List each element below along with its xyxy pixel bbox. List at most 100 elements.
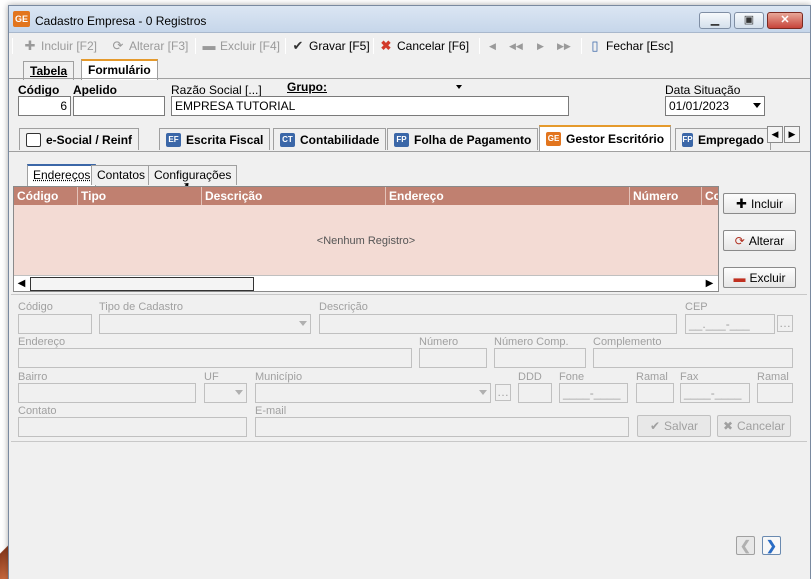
fechar-label: Fechar [Esc] (606, 39, 674, 53)
minus-icon: ▬ (733, 270, 746, 285)
excluir-label: Excluir [F4] (220, 39, 281, 53)
toolbar-separator (285, 38, 286, 54)
tabs-scroll-right-button[interactable]: ▶ (784, 126, 800, 143)
fax-field[interactable]: ____-____ (680, 383, 750, 403)
bairro-field[interactable] (18, 383, 196, 403)
razao-social-label: Razão Social [...] (171, 83, 262, 97)
tab-contabilidade-label: Contabilidade (300, 132, 380, 147)
uf-select[interactable] (204, 383, 247, 403)
tab-enderecos-label: Endereços (33, 168, 91, 182)
contato-field[interactable] (18, 417, 247, 437)
tab-enderecos[interactable]: Endereços (27, 164, 97, 186)
codigo-form-field[interactable] (18, 314, 92, 334)
ramal2-label: Ramal (757, 371, 789, 383)
bairro-label: Bairro (18, 371, 48, 383)
refresh-icon: ⟳ (734, 233, 745, 248)
tab-contatos[interactable]: Contatos (91, 165, 152, 185)
toolbar-separator (479, 38, 480, 54)
next-page-button[interactable]: ❯ (762, 536, 781, 555)
scrollbar-thumb[interactable] (30, 277, 254, 291)
previous-record-button[interactable]: ◀◀ (509, 37, 523, 55)
apelido-label: Apelido (73, 83, 117, 97)
descricao-form-field[interactable] (319, 314, 677, 334)
municipio-search-button[interactable]: … (495, 384, 511, 401)
ramal2-field[interactable] (757, 383, 793, 403)
numero-comp-field[interactable] (494, 348, 586, 368)
fone-field[interactable]: ____-____ (559, 383, 628, 403)
scroll-right-arrow-icon[interactable]: ▶ (702, 277, 717, 291)
grid-horizontal-scrollbar[interactable]: ◀ ▶ (14, 275, 718, 291)
tabs-scroll-left-button[interactable]: ◀ (767, 126, 783, 143)
alterar-toolbar-button[interactable]: ⟳ Alterar [F3] (111, 37, 189, 55)
next-icon: ▶ (537, 40, 544, 51)
plus-icon: ✚ (736, 195, 747, 211)
cancelar-form-button[interactable]: ✖ Cancelar (717, 415, 791, 437)
form-divider (11, 294, 807, 295)
gravar-toolbar-button[interactable]: ✔ Gravar [F5] (291, 37, 370, 55)
toolbar-separator (12, 38, 13, 54)
x-icon: ✖ (722, 419, 734, 433)
col-tipo[interactable]: Tipo (78, 187, 202, 205)
col-endereco[interactable]: Endereço (386, 187, 630, 205)
numero-form-field[interactable] (419, 348, 487, 368)
codigo-label: Código (18, 83, 60, 97)
tab-escrita-fiscal-label: Escrita Fiscal (186, 132, 264, 147)
fast-forward-icon: ▶▶ (557, 40, 571, 51)
tab-contabilidade[interactable]: CT Contabilidade (273, 128, 387, 150)
toolbar-separator (373, 38, 374, 54)
cadastro-empresa-window: GE Cadastro Empresa - 0 Registros ▁ ▣ ✕ … (8, 5, 811, 579)
ddd-field[interactable] (518, 383, 552, 403)
municipio-select[interactable] (255, 383, 491, 403)
data-situacao-field[interactable]: 01/01/2023 (665, 96, 765, 116)
chevron-left-icon: ❮ (740, 538, 751, 553)
tab-configuracoes[interactable]: Configurações (148, 165, 238, 185)
cep-field[interactable]: __.___-___ (685, 314, 775, 334)
col-numero[interactable]: Número (630, 187, 702, 205)
salvar-button[interactable]: ✔ Salvar (637, 415, 711, 437)
window-title: Cadastro Empresa - 0 Registros (35, 14, 207, 28)
previous-page-button[interactable]: ❮ (736, 536, 755, 555)
apelido-field[interactable] (73, 96, 165, 116)
tab-escrita-fiscal[interactable]: EF Escrita Fiscal (159, 128, 271, 150)
last-record-button[interactable]: ▶▶ (557, 37, 571, 55)
tab-esocial-reinf[interactable]: e-Social / Reinf (19, 128, 140, 150)
fechar-toolbar-button[interactable]: ▯ Fechar [Esc] (588, 37, 673, 55)
cancelar-toolbar-button[interactable]: ✖ Cancelar [F6] (379, 37, 469, 55)
cep-search-button[interactable]: … (777, 315, 793, 332)
ramal-field[interactable] (636, 383, 674, 403)
enderecos-grid[interactable]: Código Tipo Descrição Endereço Número Co… (13, 186, 719, 292)
alterar-endereco-button[interactable]: ⟳ Alterar (723, 230, 796, 251)
tab-tabela-label: Tabela (30, 64, 68, 78)
excluir-endereco-button[interactable]: ▬ Excluir (723, 267, 796, 288)
gestor-escritorio-panel: Endereços Contatos Configurações ➚ Códig… (9, 151, 810, 579)
col-descricao[interactable]: Descrição (202, 187, 386, 205)
codigo-field[interactable]: 6 (18, 96, 71, 116)
minimize-button[interactable]: ▁ (699, 12, 731, 29)
next-record-button[interactable]: ▶ (537, 37, 544, 55)
tab-formulario[interactable]: Formulário (81, 59, 158, 80)
tab-empregado[interactable]: FP Empregado (675, 128, 771, 150)
scroll-left-arrow-icon[interactable]: ◀ (14, 277, 29, 291)
incluir-endereco-button[interactable]: ✚ Incluir (723, 193, 796, 214)
endereco-form-field[interactable] (18, 348, 412, 368)
ramal-label: Ramal (636, 371, 668, 383)
toolbar-separator (581, 38, 582, 54)
complemento-field[interactable] (593, 348, 793, 368)
maximize-button[interactable]: ▣ (734, 12, 764, 29)
close-button[interactable]: ✕ (767, 12, 803, 29)
grupo-dropdown-icon[interactable] (456, 85, 462, 89)
razao-social-field[interactable]: EMPRESA TUTORIAL (171, 96, 569, 116)
tab-formulario-label: Formulário (88, 63, 151, 77)
cep-label: CEP (685, 301, 708, 313)
email-field[interactable] (255, 417, 629, 437)
ct-icon: CT (280, 132, 295, 147)
excluir-toolbar-button[interactable]: ▬ Excluir [F4] (202, 37, 281, 55)
first-record-button[interactable]: ◀ (489, 37, 496, 55)
fone-label: Fone (559, 371, 585, 383)
incluir-toolbar-button[interactable]: ✚ Incluir [F2] (23, 37, 97, 55)
col-complemento[interactable]: Co (702, 187, 718, 205)
tab-gestor-escritorio[interactable]: GE Gestor Escritório (539, 125, 672, 151)
tab-folha-pagamento[interactable]: FP Folha de Pagamento (387, 128, 539, 150)
col-codigo[interactable]: Código (14, 187, 78, 205)
tipo-cadastro-select[interactable] (99, 314, 311, 334)
